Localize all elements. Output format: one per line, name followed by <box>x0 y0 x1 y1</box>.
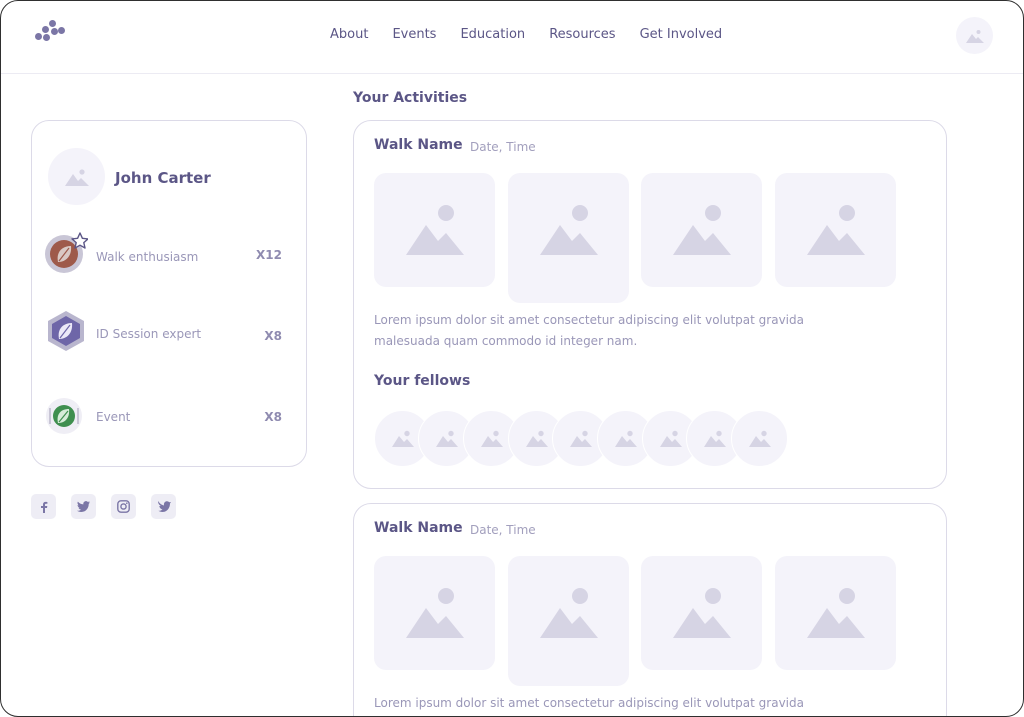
activity-photo[interactable] <box>641 173 762 287</box>
badge-label: ID Session expert <box>96 327 202 341</box>
image-placeholder-icon <box>659 430 682 447</box>
user-avatar[interactable] <box>956 17 993 54</box>
description-line: Lorem ipsum dolor sit amet consectetur a… <box>374 313 804 327</box>
social-links <box>31 494 176 519</box>
green-leaf-badge-icon <box>46 398 82 434</box>
image-placeholder-icon <box>965 29 984 43</box>
nav-events[interactable]: Events <box>392 27 436 42</box>
activity-photo[interactable] <box>508 173 629 303</box>
image-placeholder-icon <box>539 588 598 638</box>
leaf-star-badge-icon <box>45 232 88 273</box>
facebook-icon[interactable] <box>31 494 56 519</box>
image-placeholder-icon <box>614 430 637 447</box>
nav-resources[interactable]: Resources <box>549 27 615 42</box>
dots-logo-icon[interactable] <box>33 19 69 43</box>
badge-label: Walk enthusiasm <box>96 250 199 264</box>
image-placeholder-icon <box>672 205 731 255</box>
activity-photo[interactable] <box>374 173 495 287</box>
walk-name[interactable]: Walk Name <box>374 520 463 536</box>
hexagon-leaf-badge-icon <box>48 311 84 351</box>
badge-count: X8 <box>264 329 282 343</box>
image-placeholder-icon <box>391 430 414 447</box>
description-line: Lorem ipsum dolor sit amet consectetur a… <box>374 696 804 710</box>
activity-photo[interactable] <box>374 556 495 670</box>
image-placeholder-icon <box>748 430 771 447</box>
activity-description: Lorem ipsum dolor sit amet consectetur a… <box>374 693 814 714</box>
main-nav: About Events Education Resources Get Inv… <box>330 27 746 42</box>
nav-education[interactable]: Education <box>460 27 525 42</box>
image-placeholder-icon <box>569 430 592 447</box>
badge-label: Event <box>96 410 131 424</box>
fellows-title: Your fellows <box>374 373 471 389</box>
badge-count: X12 <box>256 248 282 262</box>
activity-photo[interactable] <box>775 556 896 670</box>
image-placeholder-icon <box>703 430 726 447</box>
image-placeholder-icon <box>435 430 458 447</box>
profile-avatar[interactable] <box>48 148 105 205</box>
badge-row[interactable]: Event X8 <box>44 396 296 440</box>
instagram-icon[interactable] <box>111 494 136 519</box>
activity-photo[interactable] <box>508 556 629 686</box>
image-placeholder-icon <box>525 430 548 447</box>
walk-name[interactable]: Walk Name <box>374 137 463 153</box>
bird-icon[interactable] <box>151 494 176 519</box>
profile-card: John Carter Walk enthusiasm X12 ID Sessi… <box>31 120 307 467</box>
twitter-icon[interactable] <box>71 494 96 519</box>
nav-get-involved[interactable]: Get Involved <box>640 27 723 42</box>
nav-about[interactable]: About <box>330 27 368 42</box>
activity-card: Walk Name Date, Time Lorem ipsum dolor s… <box>353 503 947 716</box>
image-placeholder-icon <box>806 588 865 638</box>
profile-name: John Carter <box>115 169 211 187</box>
activity-card: Walk Name Date, Time Lorem ipsum dolor s… <box>353 120 947 489</box>
badge-row[interactable]: Walk enthusiasm X12 <box>44 232 296 276</box>
image-placeholder-icon <box>480 430 503 447</box>
fellow-avatar[interactable] <box>731 410 788 467</box>
image-placeholder-icon <box>405 588 464 638</box>
walk-date: Date, Time <box>470 523 536 537</box>
image-placeholder-icon <box>405 205 464 255</box>
badge-row[interactable]: ID Session expert X8 <box>44 309 296 353</box>
image-placeholder-icon <box>806 205 865 255</box>
activity-photo[interactable] <box>775 173 896 287</box>
activity-photo[interactable] <box>641 556 762 670</box>
image-placeholder-icon <box>539 205 598 255</box>
app-window: About Events Education Resources Get Inv… <box>0 0 1024 717</box>
top-header: About Events Education Resources Get Inv… <box>1 1 1023 74</box>
activity-description: Lorem ipsum dolor sit amet consectetur a… <box>374 310 814 352</box>
image-placeholder-icon <box>64 168 89 186</box>
image-placeholder-icon <box>672 588 731 638</box>
walk-date: Date, Time <box>470 140 536 154</box>
description-line: malesuada quam commodo id integer nam. <box>374 334 638 348</box>
activities-title: Your Activities <box>353 90 468 106</box>
badge-count: X8 <box>264 410 282 424</box>
